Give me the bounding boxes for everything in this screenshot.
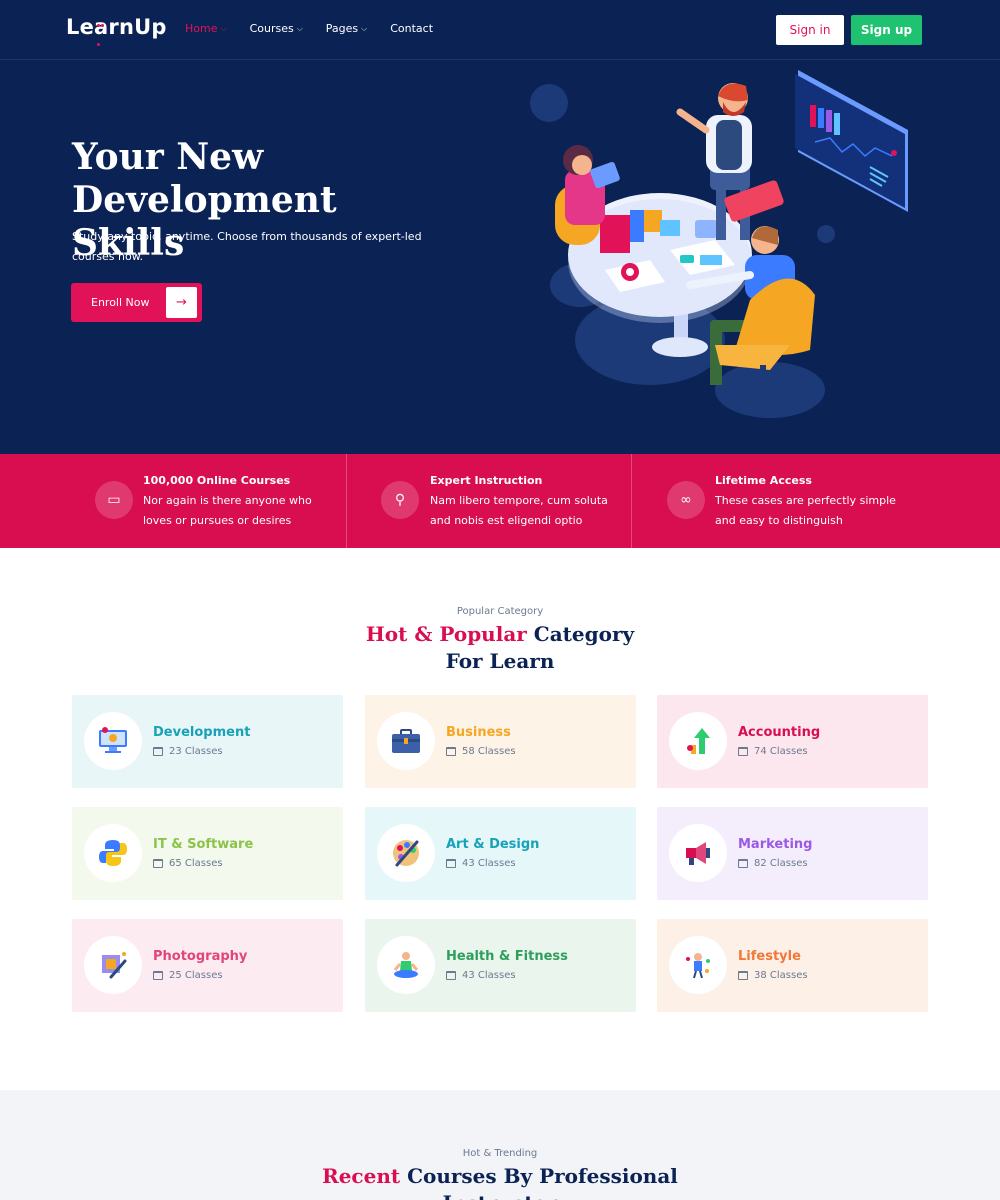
category-name: Photography (153, 949, 248, 964)
calendar-icon (153, 859, 163, 868)
category-count: 58 Classes (446, 746, 516, 757)
category-card-health-fitness[interactable]: Health & Fitness 43 Classes (365, 919, 636, 1012)
category-card-art-design[interactable]: Art & Design 43 Classes (365, 807, 636, 900)
calendar-icon (446, 859, 456, 868)
calendar-icon (738, 859, 748, 868)
calendar-icon (153, 747, 163, 756)
category-count: 43 Classes (446, 858, 516, 869)
category-count: 23 Classes (153, 746, 223, 757)
section-heading: Hot & Popular Category For Learn (365, 622, 635, 673)
table-base (652, 337, 708, 357)
calendar-icon (738, 747, 748, 756)
hero-section: Your New Development Skills Study any to… (0, 60, 1000, 454)
category-count: 82 Classes (738, 858, 808, 869)
category-card-lifestyle[interactable]: Lifestyle 38 Classes (657, 919, 928, 1012)
category-count: 43 Classes (446, 970, 516, 981)
feature-text: Nor again is there anyone who loves or p… (143, 494, 312, 527)
main-nav: Home ⌵ Courses ⌵ Pages ⌵ Contact (185, 22, 456, 35)
category-count: 25 Classes (153, 970, 223, 981)
categories-section: Popular Category Hot & Popular Category … (0, 548, 1000, 1090)
site-header: LearnUp Home ⌵ Courses ⌵ Pages ⌵ Contact Si… (0, 0, 1000, 60)
award-icon: ⚲ (381, 481, 419, 519)
signin-button[interactable]: Sign in (776, 15, 844, 45)
chevron-down-icon: ⌵ (361, 23, 368, 33)
hero-subtitle: Study any topic, anytime. Choose from th… (72, 230, 422, 263)
megaphone-icon (669, 824, 727, 882)
category-count: 74 Classes (738, 746, 808, 757)
category-name: Marketing (738, 837, 813, 852)
video-icon: ▭ (95, 481, 133, 519)
nav-item-home[interactable]: Home ⌵ (185, 22, 227, 35)
category-count: 38 Classes (738, 970, 808, 981)
logo-dots (97, 12, 107, 46)
feature-item: ∞ Lifetime Access These cases are perfec… (631, 454, 917, 548)
signup-button[interactable]: Sign up (851, 15, 922, 45)
category-name: Business (446, 725, 511, 740)
category-name: Accounting (738, 725, 821, 740)
feature-text: These cases are perfectly simple and eas… (715, 494, 896, 527)
floor-shadow (715, 362, 825, 418)
lifestyle-icon (669, 936, 727, 994)
category-count: 65 Classes (153, 858, 223, 869)
feature-item: ⚲ Expert Instruction Nam libero tempore,… (346, 454, 632, 548)
enroll-now-label: Enroll Now (91, 296, 150, 309)
features-bar: ▭ 100,000 Online Courses Nor again is th… (0, 454, 1000, 548)
nav-item-pages[interactable]: Pages ⌵ (326, 22, 367, 35)
feature-title: Expert Instruction (430, 474, 543, 487)
category-card-photography[interactable]: Photography 25 Classes (72, 919, 343, 1012)
category-card-business[interactable]: Business 58 Classes (365, 695, 636, 788)
hero-title-line1: Your New (72, 136, 264, 178)
feature-title: Lifetime Access (715, 474, 812, 487)
logo[interactable]: LearnUp (66, 15, 167, 39)
feature-item: ▭ 100,000 Online Courses Nor again is th… (95, 454, 381, 548)
category-name: IT & Software (153, 837, 254, 852)
python-icon (84, 824, 142, 882)
calendar-icon (153, 971, 163, 980)
meditation-icon (377, 936, 435, 994)
palette-icon (377, 824, 435, 882)
nav-item-courses[interactable]: Courses ⌵ (250, 22, 303, 35)
category-card-development[interactable]: Development 23 Classes (72, 695, 343, 788)
dashboard-screen (795, 70, 908, 212)
feature-text: Nam libero tempore, cum soluta and nobis… (430, 494, 608, 527)
hero-illustration (530, 70, 908, 418)
calendar-icon (446, 747, 456, 756)
feature-title: 100,000 Online Courses (143, 474, 291, 487)
category-name: Development (153, 725, 251, 740)
decor-dot (817, 225, 835, 243)
enroll-now-button[interactable]: Enroll Now → (71, 283, 202, 322)
chevron-down-icon: ⌵ (220, 23, 227, 33)
monitor-icon (84, 712, 142, 770)
arrow-right-icon: → (166, 287, 197, 318)
briefcase-icon (377, 712, 435, 770)
calendar-icon (446, 971, 456, 980)
category-name: Lifestyle (738, 949, 801, 964)
chart-block (600, 215, 630, 253)
infinity-icon: ∞ (667, 481, 705, 519)
category-name: Health & Fitness (446, 949, 568, 964)
section-heading: Recent Courses By Professional Instructo… (322, 1164, 678, 1200)
camera-icon (84, 936, 142, 994)
growth-arrow-icon (669, 712, 727, 770)
nav-item-contact[interactable]: Contact (390, 22, 433, 35)
category-card-accounting[interactable]: Accounting 74 Classes (657, 695, 928, 788)
decor-circle (530, 84, 568, 122)
category-card-it-software[interactable]: IT & Software 65 Classes (72, 807, 343, 900)
section-eyebrow: Popular Category (456, 606, 544, 617)
trending-section: Hot & Trending Recent Courses By Profess… (0, 1090, 1000, 1200)
category-card-marketing[interactable]: Marketing 82 Classes (657, 807, 928, 900)
chevron-down-icon: ⌵ (296, 23, 303, 33)
category-name: Art & Design (446, 837, 540, 852)
section-eyebrow: Hot & Trending (462, 1148, 538, 1159)
calendar-icon (738, 971, 748, 980)
